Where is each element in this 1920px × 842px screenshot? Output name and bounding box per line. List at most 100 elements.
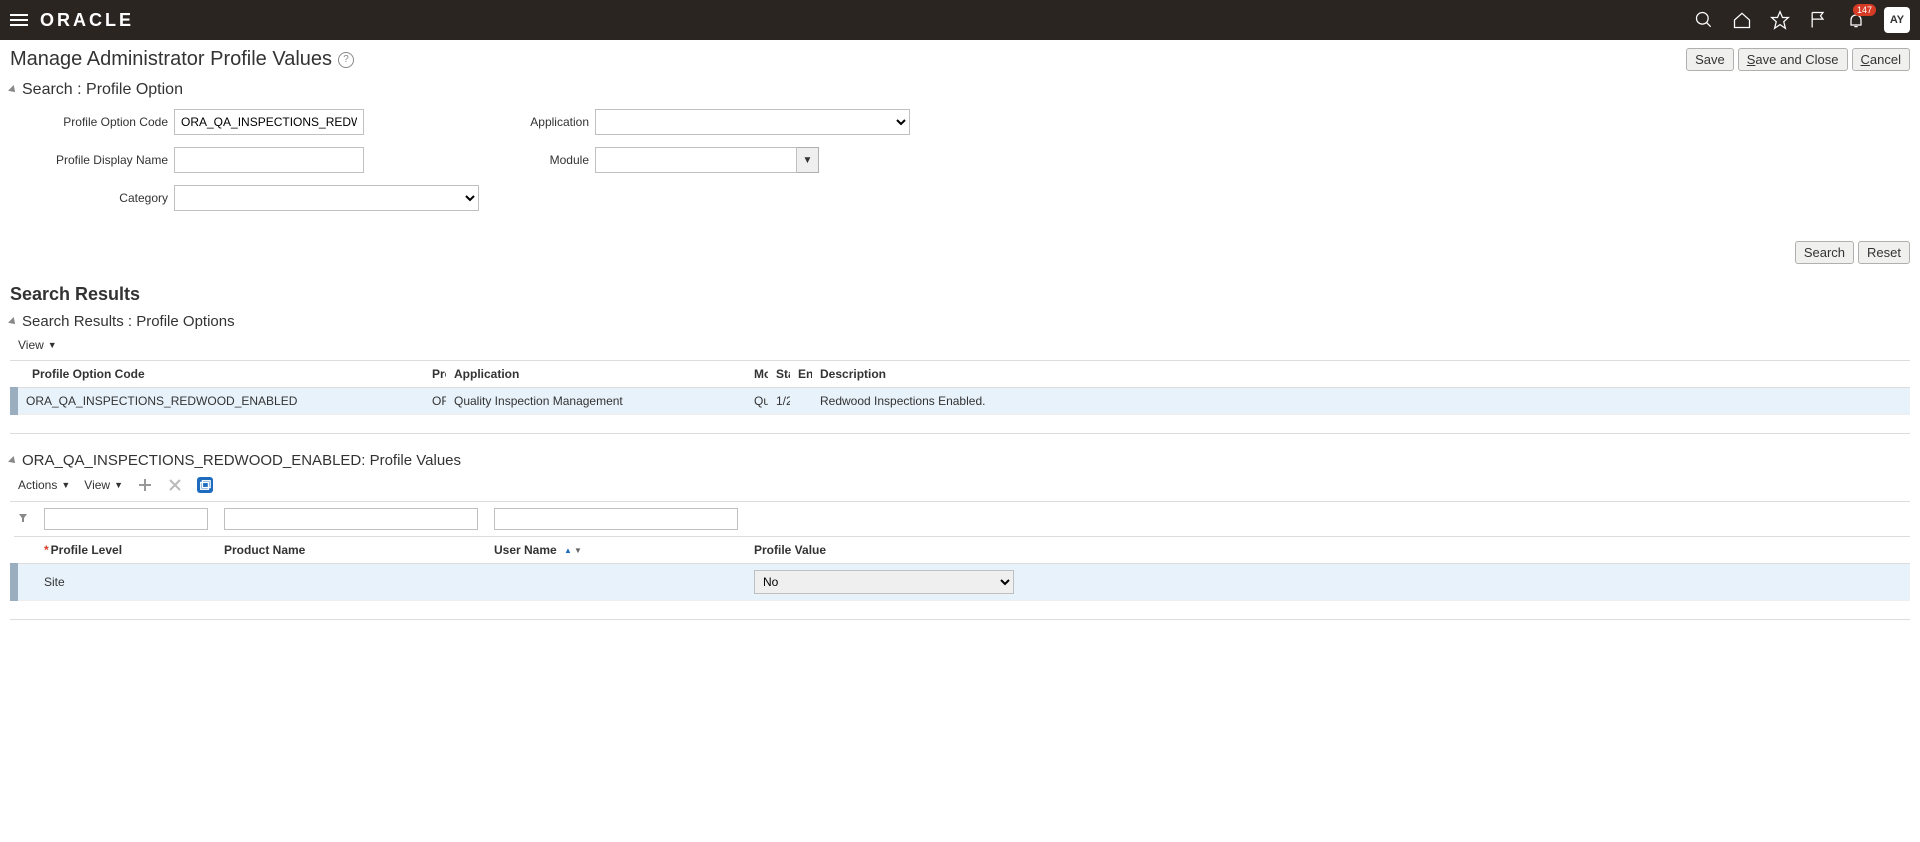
select-category[interactable] <box>174 185 479 211</box>
search-button-row: Search Reset <box>10 241 1910 264</box>
field-profile-option-code: Profile Option Code <box>38 109 479 135</box>
select-application[interactable] <box>595 109 910 135</box>
cell-profile-option-code: ORA_QA_INSPECTIONS_REDWOOD_ENABLED <box>14 388 424 415</box>
cell-product-name <box>216 564 486 601</box>
results-table: Profile Option Code Pro Dis Na Applicati… <box>10 361 1910 415</box>
save-and-close-button[interactable]: Save and Close <box>1738 48 1848 71</box>
col-profile-level[interactable]: *Profile Level <box>36 537 216 564</box>
pv-row-spacer <box>1022 564 1910 601</box>
filter-spacer <box>1022 502 1910 537</box>
cell-user-name <box>486 564 746 601</box>
page-header-row: Manage Administrator Profile Values ? Sa… <box>10 48 1910 71</box>
separator <box>10 619 1910 620</box>
chevron-down-icon: ▼ <box>48 340 57 350</box>
pv-req-col <box>14 537 36 564</box>
search-form-col-right: Application Module ▼ <box>519 109 910 211</box>
input-module[interactable] <box>595 147 797 173</box>
help-icon[interactable]: ? <box>338 52 354 68</box>
pv-row-marker <box>14 564 36 601</box>
combo-module: ▼ <box>595 147 819 173</box>
label-category: Category <box>38 191 168 205</box>
profile-values-panel-header[interactable]: ORA_QA_INSPECTIONS_REDWOOD_ENABLED: Prof… <box>10 452 1910 469</box>
module-dropdown-button[interactable]: ▼ <box>797 147 819 173</box>
pv-header-row: *Profile Level Product Name User Name ▲▼… <box>14 537 1910 564</box>
profile-values-toolbar: Actions ▼ View ▼ <box>18 477 1910 493</box>
filter-icon[interactable] <box>18 513 28 523</box>
detach-icon[interactable] <box>197 477 213 493</box>
filter-product-name[interactable] <box>224 508 478 530</box>
input-profile-display-name[interactable] <box>174 147 364 173</box>
select-profile-value[interactable]: NoYes <box>754 570 1014 594</box>
filter-profile-level[interactable] <box>44 508 208 530</box>
results-header-row: Profile Option Code Pro Dis Na Applicati… <box>14 361 1910 388</box>
save-button[interactable]: Save <box>1686 48 1734 71</box>
filter-profile-value-cell <box>746 502 1022 537</box>
toolbar-view-label: View <box>18 338 44 352</box>
flag-icon[interactable] <box>1808 10 1828 30</box>
page-body: Manage Administrator Profile Values ? Sa… <box>0 40 1920 646</box>
field-application: Application <box>519 109 910 135</box>
cancel-button[interactable]: Cancel <box>1852 48 1910 71</box>
chevron-down-icon: ▼ <box>61 480 70 490</box>
col-application[interactable]: Application <box>446 361 746 388</box>
cell-application: Quality Inspection Management <box>446 388 746 415</box>
cell-profile-display-name: OR <box>424 388 446 415</box>
toolbar-actions-menu[interactable]: Actions ▼ <box>18 478 70 492</box>
search-results-panel-header[interactable]: Search Results : Profile Options <box>10 313 1910 330</box>
input-profile-option-code[interactable] <box>174 109 364 135</box>
search-results-panel-title: Search Results : Profile Options <box>22 313 235 330</box>
chevron-down-icon: ▼ <box>114 480 123 490</box>
cell-end-date <box>790 388 812 415</box>
profile-values-table-wrap: *Profile Level Product Name User Name ▲▼… <box>10 501 1910 601</box>
pv-spacer <box>1022 537 1910 564</box>
search-section-title: Search : Profile Option <box>22 81 183 99</box>
search-form: Profile Option Code Profile Display Name… <box>38 109 1910 211</box>
toolbar-view-menu[interactable]: View ▼ <box>18 338 57 352</box>
search-button[interactable]: Search <box>1795 241 1854 264</box>
sort-icons[interactable]: ▲▼ <box>564 546 582 555</box>
notification-badge: 147 <box>1853 4 1876 16</box>
search-results-heading: Search Results <box>10 284 1910 305</box>
col-profile-option-code[interactable]: Profile Option Code <box>14 361 424 388</box>
cell-profile-value: NoYes <box>746 564 1022 601</box>
toolbar-view-menu-pv[interactable]: View ▼ <box>84 478 123 492</box>
table-row[interactable]: Site NoYes <box>14 564 1910 601</box>
reset-button[interactable]: Reset <box>1858 241 1910 264</box>
table-row[interactable]: ORA_QA_INSPECTIONS_REDWOOD_ENABLED OR Qu… <box>14 388 1910 415</box>
home-icon[interactable] <box>1732 10 1752 30</box>
separator <box>10 433 1910 434</box>
search-icon[interactable] <box>1694 10 1714 30</box>
results-toolbar: View ▼ <box>18 338 1910 352</box>
star-icon[interactable] <box>1770 10 1790 30</box>
search-section-header[interactable]: Search : Profile Option <box>10 81 1910 99</box>
col-end-date[interactable]: En Da <box>790 361 812 388</box>
col-description[interactable]: Description <box>812 361 1910 388</box>
col-profile-display-name[interactable]: Pro Dis Na <box>424 361 446 388</box>
col-product-name[interactable]: Product Name <box>216 537 486 564</box>
page-actions: Save Save and Close Cancel <box>1686 48 1910 71</box>
page-title: Manage Administrator Profile Values ? <box>10 48 354 71</box>
label-application: Application <box>519 115 589 129</box>
bell-icon[interactable]: 147 <box>1846 10 1866 30</box>
delete-row-icon[interactable] <box>167 477 183 493</box>
page-title-text: Manage Administrator Profile Values <box>10 48 332 71</box>
col-profile-value[interactable]: Profile Value <box>746 537 1022 564</box>
filter-user-name[interactable] <box>494 508 738 530</box>
results-table-wrap: Profile Option Code Pro Dis Na Applicati… <box>10 360 1910 415</box>
col-user-name[interactable]: User Name ▲▼ <box>486 537 746 564</box>
pv-filter-row <box>14 502 1910 537</box>
cell-description: Redwood Inspections Enabled. <box>812 388 1910 415</box>
field-module: Module ▼ <box>519 147 910 173</box>
avatar[interactable]: AY <box>1884 7 1910 33</box>
col-module[interactable]: Mo <box>746 361 768 388</box>
field-profile-display-name: Profile Display Name <box>38 147 479 173</box>
cell-start-date: 1/2 <box>768 388 790 415</box>
add-row-icon[interactable] <box>137 477 153 493</box>
global-header: ORACLE 147 AY <box>0 0 1920 40</box>
search-form-col-left: Profile Option Code Profile Display Name… <box>38 109 479 211</box>
label-profile-option-code: Profile Option Code <box>38 115 168 129</box>
toolbar-actions-label: Actions <box>18 478 57 492</box>
hamburger-menu-icon[interactable] <box>10 14 28 26</box>
col-start-date[interactable]: Sta Da <box>768 361 790 388</box>
profile-values-panel-title: ORA_QA_INSPECTIONS_REDWOOD_ENABLED: Prof… <box>22 452 461 469</box>
